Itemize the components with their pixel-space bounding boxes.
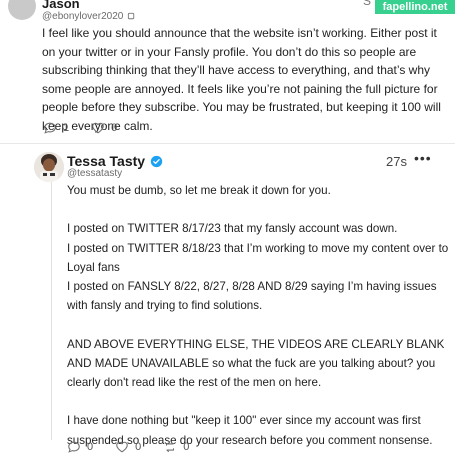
thread-line — [51, 182, 52, 440]
like-button[interactable]: 0 — [115, 440, 141, 454]
reply-paragraph: AND ABOVE EVERYTHING ELSE, THE VIDEOS AR… — [67, 337, 445, 389]
avatar[interactable] — [8, 0, 36, 20]
comment-body: I feel like you should announce that the… — [42, 26, 441, 133]
reply-count: 0 — [87, 441, 94, 453]
author-handle[interactable]: @tessatasty — [67, 168, 122, 179]
reply-body: You must be dumb, so let me break it dow… — [67, 181, 451, 450]
heart-icon — [116, 441, 128, 453]
watermark: fapellino.net — [375, 0, 455, 14]
like-count: 0 — [111, 122, 118, 134]
copy-icon[interactable] — [127, 12, 136, 21]
repost-icon — [166, 441, 175, 453]
reply-actions: 0 0 0 — [67, 440, 189, 454]
heart-icon — [92, 122, 104, 134]
cropped-glyph: S — [363, 0, 372, 8]
reply-paragraph: I posted on FANSLY 8/22, 8/27, 8/28 AND … — [67, 280, 437, 313]
reply-button[interactable]: 1 — [43, 121, 69, 135]
like-button[interactable]: 0 — [91, 121, 117, 135]
like-count: 0 — [135, 441, 142, 453]
author-name[interactable]: Tessa Tasty — [67, 153, 145, 169]
author-name[interactable]: Jason — [42, 0, 80, 11]
repost-count: 0 — [183, 441, 190, 453]
reply-button[interactable]: 0 — [67, 440, 93, 454]
timestamp: 27s — [386, 154, 407, 169]
repost-button[interactable]: 0 — [163, 440, 189, 454]
reply-paragraph: I posted on TWITTER 8/18/23 that I’m wor… — [67, 241, 449, 274]
divider — [0, 143, 455, 144]
author-name-row: Tessa Tasty — [67, 153, 163, 169]
previous-comment: Jason @ebonylover2020 I feel like you sh… — [0, 0, 455, 142]
reply-paragraph: I posted on TWITTER 8/17/23 that my fans… — [67, 222, 398, 236]
verified-badge-icon — [150, 155, 163, 167]
author-handle[interactable]: @ebonylover2020 — [42, 11, 123, 22]
avatar[interactable] — [34, 152, 64, 182]
comment-bubble-icon — [44, 122, 56, 134]
more-options-button[interactable]: ••• — [414, 150, 432, 166]
reply-paragraph: You must be dumb, so let me break it dow… — [67, 184, 331, 197]
comment-bubble-icon — [68, 441, 80, 453]
comment-actions: 1 0 — [43, 121, 117, 135]
avatar-image — [34, 152, 64, 182]
author-handle-row: @ebonylover2020 — [42, 11, 136, 22]
reply-count: 1 — [63, 122, 70, 134]
